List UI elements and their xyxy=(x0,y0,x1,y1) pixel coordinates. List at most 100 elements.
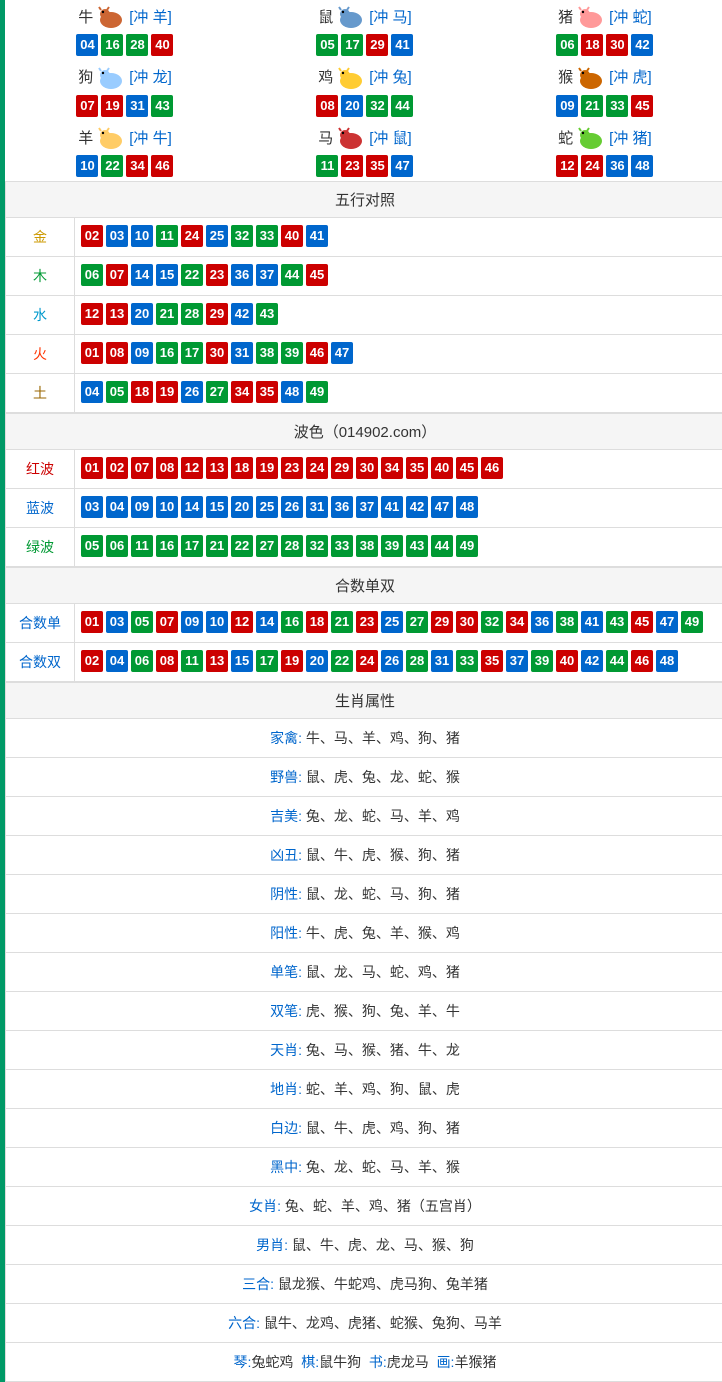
attr-label: 黑中: xyxy=(270,1159,306,1175)
attr-label: 双笔: xyxy=(270,1003,306,1019)
zodiac-animal-icon xyxy=(575,6,607,30)
zodiac-label: 羊[冲 牛] xyxy=(5,127,245,151)
number-chip: 47 xyxy=(331,342,353,364)
attr-value: 羊猴猪 xyxy=(454,1354,496,1370)
number-chip: 41 xyxy=(391,34,413,56)
number-chip: 44 xyxy=(281,264,303,286)
zodiac-label: 狗[冲 龙] xyxy=(5,66,245,90)
number-chip: 15 xyxy=(231,650,253,672)
number-chip: 19 xyxy=(256,457,278,479)
attr-row: 双笔: 虎、猴、狗、兔、羊、牛 xyxy=(6,991,722,1030)
number-chip: 08 xyxy=(106,342,128,364)
attr-label: 阴性: xyxy=(270,886,306,902)
zodiac-nums: 08203244 xyxy=(245,95,485,117)
number-chip: 05 xyxy=(106,381,128,403)
number-chip: 04 xyxy=(106,650,128,672)
zodiac-clash: [冲 龙] xyxy=(129,69,172,86)
number-chip: 18 xyxy=(581,34,603,56)
table-row: 合数双0204060811131517192022242628313335373… xyxy=(6,642,722,681)
attr-row: 女肖: 兔、蛇、羊、鸡、猪（五宫肖） xyxy=(6,1186,722,1225)
number-chip: 38 xyxy=(556,611,578,633)
attr-label: 琴: xyxy=(234,1354,252,1370)
number-chip: 44 xyxy=(606,650,628,672)
number-chip: 49 xyxy=(456,535,478,557)
number-chip: 28 xyxy=(281,535,303,557)
number-chip: 43 xyxy=(406,535,428,557)
number-chip: 17 xyxy=(181,535,203,557)
number-chip: 26 xyxy=(281,496,303,518)
row-numbers: 0204060811131517192022242628313335373940… xyxy=(75,642,722,681)
number-chip: 20 xyxy=(131,303,153,325)
number-chip: 36 xyxy=(331,496,353,518)
bose-table: 波色（014902.com） 红波01020708121318192324293… xyxy=(5,413,722,567)
zodiac-animal: 马 xyxy=(318,130,333,147)
number-chip: 31 xyxy=(231,342,253,364)
number-chip: 31 xyxy=(431,650,453,672)
main-container: 牛[冲 羊]04162840鼠[冲 马]05172941猪[冲 蛇]061830… xyxy=(0,0,722,1382)
number-chip: 39 xyxy=(381,535,403,557)
number-chip: 38 xyxy=(256,342,278,364)
zodiac-clash: [冲 蛇] xyxy=(609,9,652,26)
number-chip: 46 xyxy=(306,342,328,364)
number-chip: 34 xyxy=(506,611,528,633)
attr-label: 六合: xyxy=(228,1315,264,1331)
shengxiao-header: 生肖属性 xyxy=(6,682,722,718)
attr-row: 六合: 鼠牛、龙鸡、虎猪、蛇猴、兔狗、马羊 xyxy=(6,1303,722,1342)
number-chip: 16 xyxy=(156,535,178,557)
number-chip: 16 xyxy=(156,342,178,364)
attr-value: 鼠牛、龙鸡、虎猪、蛇猴、兔狗、马羊 xyxy=(264,1315,502,1331)
number-chip: 03 xyxy=(106,611,128,633)
number-chip: 28 xyxy=(406,650,428,672)
number-chip: 37 xyxy=(506,650,528,672)
attr-value: 鼠牛狗 xyxy=(319,1354,361,1370)
number-chip: 12 xyxy=(81,303,103,325)
number-chip: 30 xyxy=(356,457,378,479)
zodiac-nums: 12243648 xyxy=(485,155,722,177)
attr-label: 家禽: xyxy=(270,730,306,746)
number-chip: 43 xyxy=(606,611,628,633)
number-chip: 05 xyxy=(81,535,103,557)
number-chip: 03 xyxy=(106,225,128,247)
number-chip: 42 xyxy=(581,650,603,672)
number-chip: 47 xyxy=(391,155,413,177)
attr-row: 吉美: 兔、龙、蛇、马、羊、鸡 xyxy=(6,796,722,835)
attr-value: 牛、马、羊、鸡、狗、猪 xyxy=(306,730,460,746)
number-chip: 11 xyxy=(131,535,153,557)
number-chip: 28 xyxy=(181,303,203,325)
attr-value: 牛、虎、兔、羊、猴、鸡 xyxy=(306,925,460,941)
number-chip: 06 xyxy=(131,650,153,672)
number-chip: 27 xyxy=(406,611,428,633)
table-row: 土04051819262734354849 xyxy=(6,373,722,412)
number-chip: 34 xyxy=(231,381,253,403)
number-chip: 23 xyxy=(341,155,363,177)
number-chip: 24 xyxy=(181,225,203,247)
attr-label: 三合: xyxy=(242,1276,278,1292)
zodiac-cell: 狗[冲 龙]07193143 xyxy=(5,60,245,120)
number-chip: 06 xyxy=(106,535,128,557)
number-chip: 12 xyxy=(231,611,253,633)
number-chip: 02 xyxy=(106,457,128,479)
number-chip: 14 xyxy=(256,611,278,633)
number-chip: 07 xyxy=(106,264,128,286)
zodiac-cell: 猪[冲 蛇]06183042 xyxy=(485,0,722,60)
number-chip: 46 xyxy=(481,457,503,479)
heshu-header: 合数单双 xyxy=(6,567,722,603)
number-chip: 30 xyxy=(606,34,628,56)
attr-label: 单笔: xyxy=(270,964,306,980)
zodiac-clash: [冲 虎] xyxy=(609,69,652,86)
row-label: 木 xyxy=(6,256,75,295)
number-chip: 33 xyxy=(606,95,628,117)
number-chip: 40 xyxy=(431,457,453,479)
table-row: 水1213202128294243 xyxy=(6,295,722,334)
number-chip: 30 xyxy=(206,342,228,364)
heshu-table: 合数单双 合数单01030507091012141618212325272930… xyxy=(5,567,722,682)
number-chip: 06 xyxy=(81,264,103,286)
attr-label: 书: xyxy=(369,1354,387,1370)
zodiac-animal: 鼠 xyxy=(318,9,333,26)
number-chip: 07 xyxy=(76,95,98,117)
number-chip: 39 xyxy=(281,342,303,364)
attr-label: 棋: xyxy=(301,1354,319,1370)
row-label: 土 xyxy=(6,373,75,412)
number-chip: 37 xyxy=(256,264,278,286)
number-chip: 17 xyxy=(181,342,203,364)
